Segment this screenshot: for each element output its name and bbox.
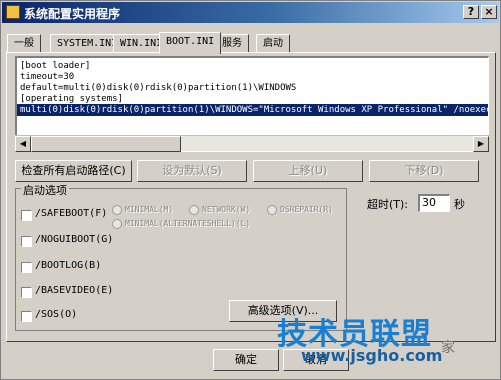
- sos-checkbox[interactable]: [21, 311, 32, 322]
- boot-ini-line-selected[interactable]: multi(0)disk(0)rdisk(0)partition(1)\WIND…: [17, 104, 488, 116]
- scroll-thumb[interactable]: [31, 136, 181, 152]
- move-up-button[interactable]: 上移(U): [253, 160, 363, 182]
- scroll-left-arrow-icon[interactable]: ◀: [15, 136, 31, 152]
- tab-boot-ini[interactable]: BOOT.INI: [159, 32, 222, 54]
- tab-strip: 一般 SYSTEM.INI WIN.INI BOOT.INI 服务 启动: [7, 32, 497, 54]
- noguiboot-checkbox[interactable]: [21, 236, 32, 247]
- help-button[interactable]: ?: [463, 5, 479, 19]
- minimal-alternateshell-radio[interactable]: [112, 219, 122, 229]
- tab-startup[interactable]: 启动: [256, 34, 290, 53]
- move-down-button[interactable]: 下移(D): [369, 160, 479, 182]
- boot-options-label: 启动选项: [21, 182, 69, 198]
- watermark-url: www.jsgho.com: [301, 346, 443, 365]
- watermark-side: 家: [441, 340, 455, 356]
- set-default-button[interactable]: 设为默认(S): [137, 160, 247, 182]
- minimal-label: MINIMAL(M): [125, 205, 174, 214]
- system-config-window: 系统配置实用程序 ? × 一般 SYSTEM.INI WIN.INI BOOT.…: [0, 0, 501, 380]
- app-icon: [6, 5, 20, 19]
- window-title: 系统配置实用程序: [24, 7, 121, 21]
- close-button[interactable]: ×: [481, 5, 497, 19]
- ok-button[interactable]: 确定: [213, 349, 279, 371]
- dsrepair-label: DSREPAIR(R): [280, 205, 333, 214]
- basevideo-checkbox[interactable]: [21, 287, 32, 298]
- timeout-label: 超时(T):: [367, 198, 409, 211]
- basevideo-label: /BASEVIDEO(E): [35, 285, 114, 296]
- sos-label: /SOS(O): [35, 309, 78, 320]
- dsrepair-radio[interactable]: [267, 205, 277, 215]
- network-radio[interactable]: [189, 205, 199, 215]
- bootlog-label: /BOOTLOG(B): [35, 260, 102, 271]
- title-bar: 系统配置实用程序 ? ×: [2, 2, 499, 23]
- safeboot-checkbox[interactable]: [21, 210, 32, 221]
- safeboot-label: /SAFEBOOT(F): [35, 208, 108, 219]
- minimal-alternateshell-label: MINIMAL(ALTERNATESHELL)(L): [125, 219, 251, 228]
- bootlog-checkbox[interactable]: [21, 262, 32, 273]
- noguiboot-label: /NOGUIBOOT(G): [35, 234, 114, 245]
- timeout-unit: 秒: [454, 198, 465, 211]
- horizontal-scrollbar[interactable]: ◀ ▶: [15, 135, 489, 152]
- minimal-radio[interactable]: [112, 205, 122, 215]
- network-label: NETWORK(W): [202, 205, 251, 214]
- check-boot-paths-button[interactable]: 检查所有启动路径(C): [15, 160, 132, 182]
- scroll-right-arrow-icon[interactable]: ▶: [473, 136, 489, 152]
- tab-general[interactable]: 一般: [7, 34, 41, 53]
- timeout-input[interactable]: 30: [418, 194, 450, 212]
